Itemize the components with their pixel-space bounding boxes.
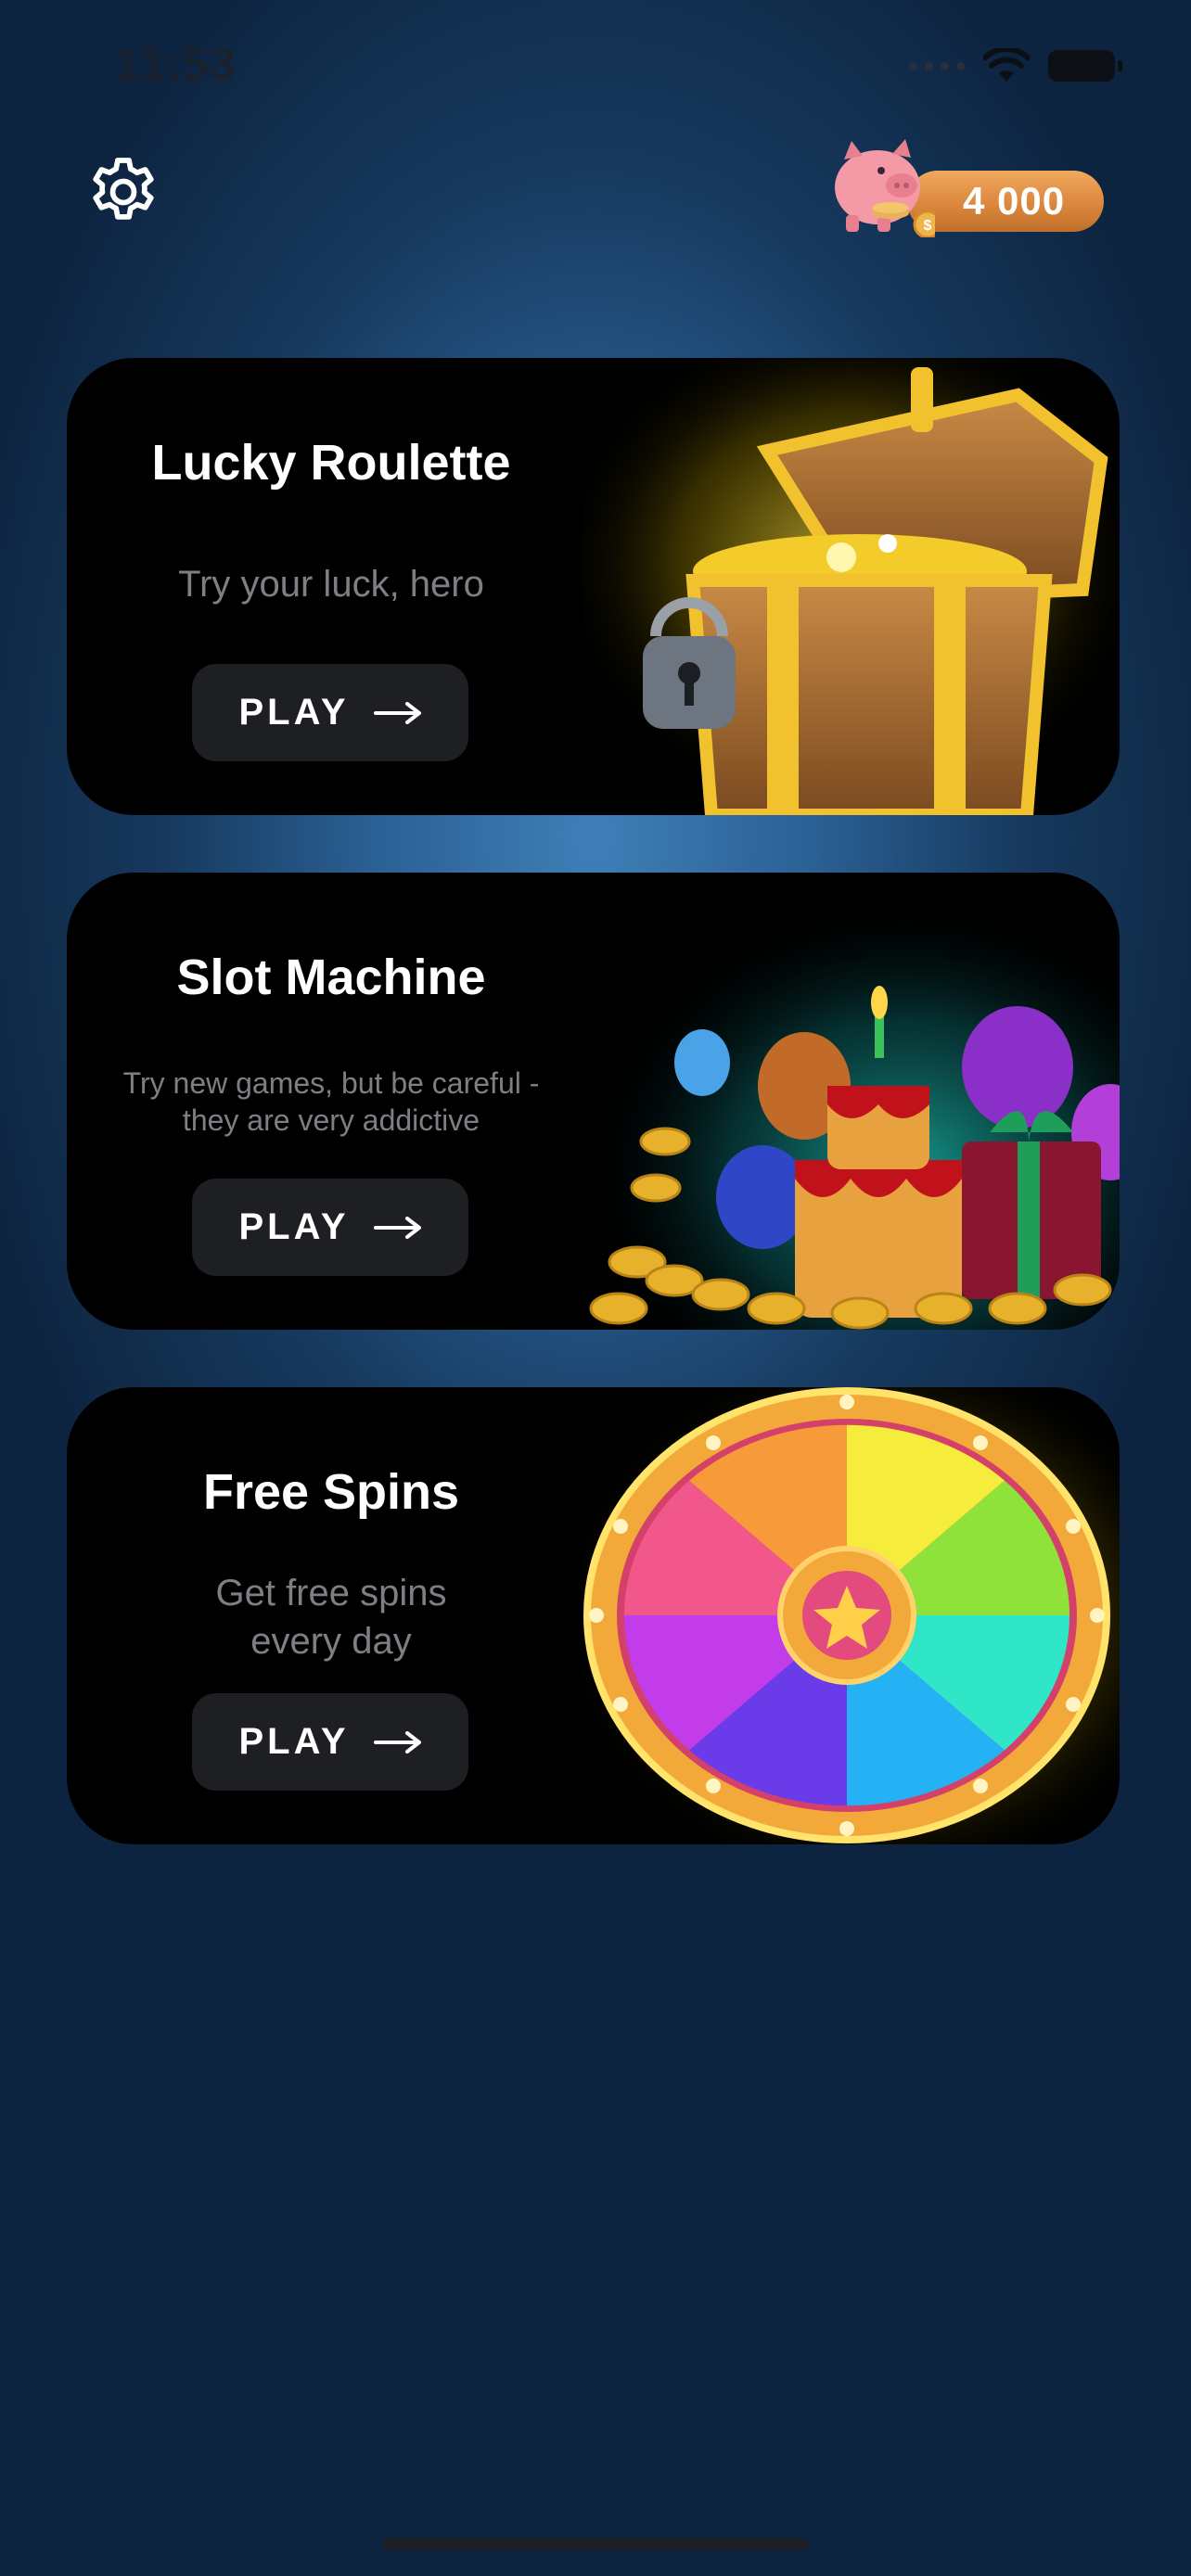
home-indicator[interactable] [382, 2538, 809, 2550]
play-button-free-spins[interactable]: PLAY [192, 1693, 468, 1791]
svg-text:$: $ [924, 218, 932, 234]
wifi-icon [983, 48, 1030, 82]
card-title: Free Spins [202, 1464, 460, 1520]
game-card-slot-machine[interactable]: Slot Machine Try new games, but be caref… [67, 873, 1120, 1330]
piggy-bank-icon: $ [835, 139, 935, 237]
card-description: Try new games, but be careful - they are… [122, 1066, 540, 1137]
play-button-label: PLAY [238, 692, 350, 733]
play-button-label: PLAY [238, 1721, 350, 1762]
battery-icon [1048, 50, 1122, 82]
arrow-right-icon [373, 701, 421, 724]
game-card-free-spins[interactable]: Free Spins Get free spins every day PLAY [67, 1387, 1120, 1844]
status-icons [909, 48, 1122, 83]
prize-wheel-illustration [582, 1387, 1120, 1844]
play-button-lucky-roulette[interactable]: PLAY [192, 664, 468, 761]
card-description: Try your luck, hero [178, 564, 484, 605]
arrow-right-icon [373, 1216, 421, 1239]
cellular-icon [909, 61, 965, 70]
play-button-slot-machine[interactable]: PLAY [192, 1179, 468, 1276]
game-card-lucky-roulette[interactable]: Lucky Roulette Try your luck, hero PLAY [67, 358, 1120, 815]
card-title: Lucky Roulette [151, 435, 511, 491]
birthday-cake-illustration [582, 873, 1120, 1330]
coin-balance-value: 4 000 [963, 179, 1066, 223]
play-button-label: PLAY [238, 1206, 350, 1247]
arrow-right-icon [373, 1730, 421, 1753]
card-title: Slot Machine [176, 950, 486, 1005]
treasure-chest-illustration [582, 358, 1120, 815]
coin-balance[interactable]: 4 000 $ [824, 135, 1111, 247]
card-description: Get free spins every day [215, 1573, 447, 1662]
gear-icon [93, 158, 154, 220]
settings-button[interactable] [83, 152, 163, 232]
status-time: 11:53 [115, 38, 237, 90]
